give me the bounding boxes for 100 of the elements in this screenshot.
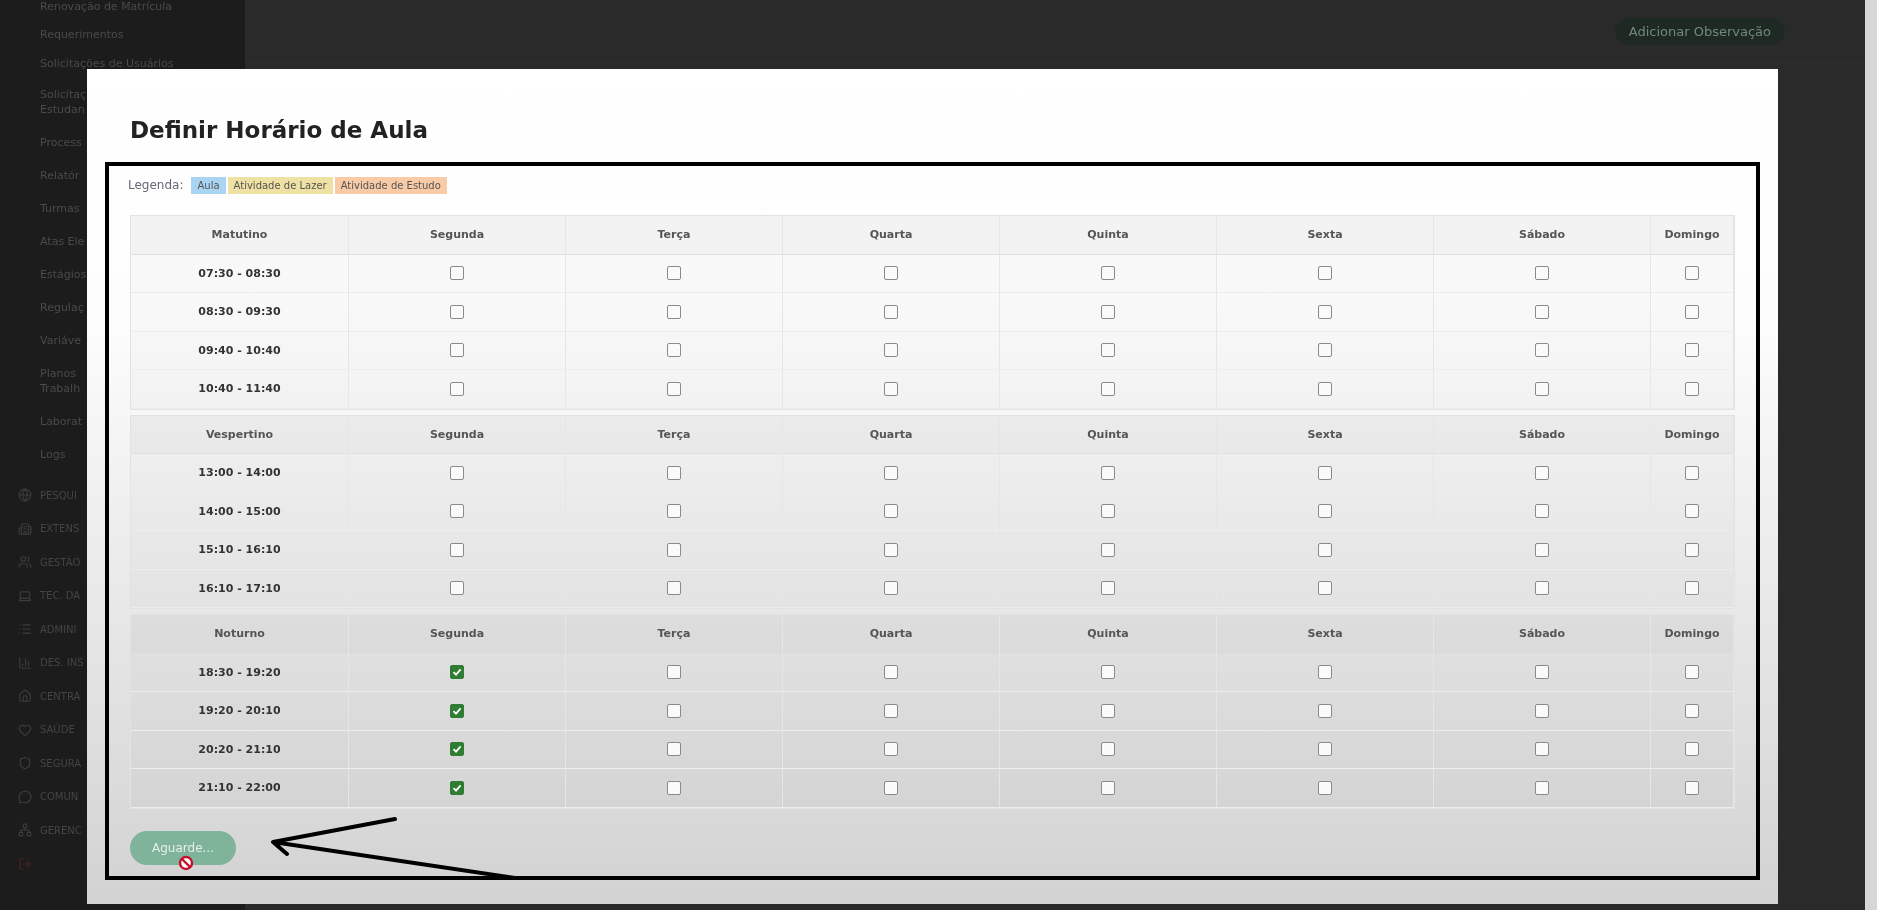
checkbox[interactable] xyxy=(1535,465,1549,480)
checkbox[interactable] xyxy=(1685,581,1699,596)
time-slot: 15:10 - 16:10 xyxy=(198,543,281,557)
checkbox[interactable] xyxy=(1535,780,1549,795)
checkbox[interactable] xyxy=(1101,742,1115,757)
day-header: Sexta xyxy=(1307,228,1343,242)
checkbox[interactable] xyxy=(884,465,898,480)
time-slot: 21:10 - 22:00 xyxy=(198,781,281,795)
checkbox[interactable] xyxy=(1535,504,1549,519)
checkbox[interactable] xyxy=(667,266,681,281)
checkbox[interactable] xyxy=(450,266,464,281)
checkbox[interactable] xyxy=(667,465,681,480)
checkbox[interactable] xyxy=(1101,304,1115,319)
time-slot: 09:40 - 10:40 xyxy=(198,343,281,357)
time-slot: 19:20 - 20:10 xyxy=(198,704,281,718)
checkbox[interactable] xyxy=(1535,381,1549,396)
checkbox[interactable] xyxy=(884,581,898,596)
checkbox[interactable] xyxy=(1685,703,1699,718)
checkbox[interactable] xyxy=(884,343,898,358)
checkbox[interactable] xyxy=(1101,504,1115,519)
day-header: Terça xyxy=(657,427,691,441)
checkbox[interactable] xyxy=(1535,742,1549,757)
checkbox[interactable] xyxy=(667,381,681,396)
day-header: Terça xyxy=(657,627,691,641)
checkbox[interactable] xyxy=(1101,780,1115,795)
checkbox[interactable] xyxy=(667,581,681,596)
checkbox[interactable] xyxy=(1318,266,1332,281)
checkbox[interactable] xyxy=(1101,703,1115,718)
checkbox[interactable] xyxy=(1535,703,1549,718)
checkbox[interactable] xyxy=(1318,581,1332,596)
checkbox[interactable] xyxy=(1318,381,1332,396)
checkbox[interactable] xyxy=(1535,665,1549,680)
checkbox[interactable] xyxy=(1685,780,1699,795)
checkbox[interactable] xyxy=(884,742,898,757)
checkbox[interactable] xyxy=(1101,343,1115,358)
checkbox[interactable] xyxy=(667,780,681,795)
checkbox[interactable] xyxy=(450,381,464,396)
checkbox[interactable] xyxy=(1685,504,1699,519)
checkbox[interactable] xyxy=(1318,742,1332,757)
checkbox[interactable] xyxy=(450,780,464,795)
checkbox[interactable] xyxy=(450,304,464,319)
checkbox[interactable] xyxy=(884,665,898,680)
checkbox[interactable] xyxy=(667,742,681,757)
time-slot: 20:20 - 21:10 xyxy=(198,742,281,756)
legend-tag: Aula xyxy=(191,176,226,194)
checkbox[interactable] xyxy=(1318,343,1332,358)
checkbox[interactable] xyxy=(1318,504,1332,519)
checkbox[interactable] xyxy=(884,780,898,795)
checkbox[interactable] xyxy=(1535,542,1549,557)
day-header: Sábado xyxy=(1518,427,1566,441)
checkbox[interactable] xyxy=(1101,581,1115,596)
checkbox[interactable] xyxy=(1685,266,1699,281)
time-slot: 13:00 - 14:00 xyxy=(198,466,281,480)
add-note-button[interactable]: Adicionar Observação xyxy=(1614,17,1785,45)
checkbox[interactable] xyxy=(884,504,898,519)
checkbox[interactable] xyxy=(1318,703,1332,718)
checkbox[interactable] xyxy=(1318,780,1332,795)
checkbox[interactable] xyxy=(450,465,464,480)
checkbox[interactable] xyxy=(667,304,681,319)
checkbox[interactable] xyxy=(1535,266,1549,281)
checkbox[interactable] xyxy=(1685,343,1699,358)
checkbox[interactable] xyxy=(450,542,464,557)
day-header: Domingo xyxy=(1664,427,1720,441)
checkbox[interactable] xyxy=(450,343,464,358)
checkbox[interactable] xyxy=(1685,665,1699,680)
day-header: Quarta xyxy=(869,228,913,242)
checkbox[interactable] xyxy=(1101,381,1115,396)
checkbox[interactable] xyxy=(450,581,464,596)
checkbox[interactable] xyxy=(667,542,681,557)
checkbox[interactable] xyxy=(1101,266,1115,281)
checkbox[interactable] xyxy=(667,703,681,718)
checkbox[interactable] xyxy=(667,504,681,519)
day-header: Quarta xyxy=(869,627,913,641)
checkbox[interactable] xyxy=(884,542,898,557)
checkbox[interactable] xyxy=(1101,665,1115,680)
checkbox[interactable] xyxy=(1318,304,1332,319)
checkbox[interactable] xyxy=(667,665,681,680)
checkbox[interactable] xyxy=(884,703,898,718)
checkbox[interactable] xyxy=(1535,304,1549,319)
checkbox[interactable] xyxy=(1535,343,1549,358)
checkbox[interactable] xyxy=(1318,665,1332,680)
checkbox[interactable] xyxy=(1685,304,1699,319)
checkbox[interactable] xyxy=(1685,742,1699,757)
checkbox[interactable] xyxy=(1318,542,1332,557)
checkbox[interactable] xyxy=(1685,381,1699,396)
time-slot: 18:30 - 19:20 xyxy=(198,665,281,679)
checkbox[interactable] xyxy=(1535,581,1549,596)
checkbox[interactable] xyxy=(1685,542,1699,557)
checkbox[interactable] xyxy=(884,381,898,396)
checkbox[interactable] xyxy=(1318,465,1332,480)
checkbox[interactable] xyxy=(450,504,464,519)
checkbox[interactable] xyxy=(1101,465,1115,480)
checkbox[interactable] xyxy=(450,703,464,718)
checkbox[interactable] xyxy=(450,665,464,680)
checkbox[interactable] xyxy=(667,343,681,358)
checkbox[interactable] xyxy=(884,266,898,281)
checkbox[interactable] xyxy=(884,304,898,319)
checkbox[interactable] xyxy=(1685,465,1699,480)
checkbox[interactable] xyxy=(450,742,464,757)
checkbox[interactable] xyxy=(1101,542,1115,557)
